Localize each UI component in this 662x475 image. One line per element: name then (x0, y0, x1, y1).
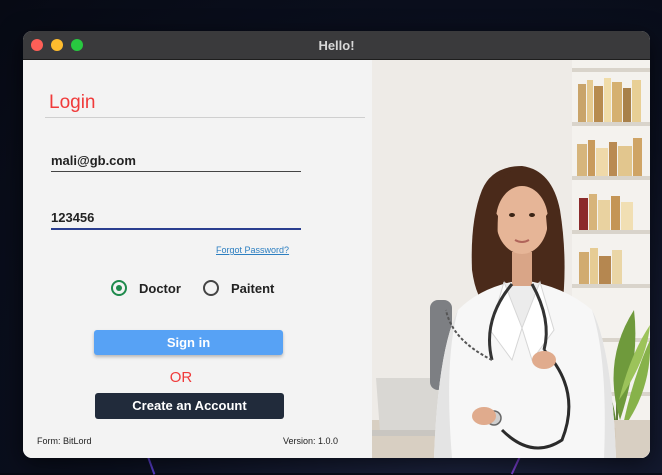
forgot-password-link[interactable]: Forgot Password? (216, 245, 289, 255)
role-radio-doctor[interactable]: Doctor (111, 280, 181, 296)
radio-unselected-icon (203, 280, 219, 296)
email-field[interactable] (51, 149, 301, 172)
sign-in-button[interactable]: Sign in (94, 330, 283, 355)
create-account-button[interactable]: Create an Account (95, 393, 284, 419)
login-panel: Login Forgot Password? Doctor Paitent Si… (23, 60, 372, 458)
login-heading: Login (49, 92, 96, 113)
radio-selected-icon (111, 280, 127, 296)
window-title: Hello! (318, 38, 355, 53)
role-radio-patient[interactable]: Paitent (203, 280, 274, 296)
doctor-photo (372, 60, 650, 458)
title-bar: Hello! (23, 31, 650, 60)
divider (45, 117, 365, 118)
password-field[interactable] (51, 206, 301, 230)
or-separator: OR (169, 369, 193, 386)
desktop-accent (146, 455, 156, 475)
desktop-accent (510, 455, 522, 475)
version-label: Version: 1.0.0 (283, 436, 339, 446)
app-window: Hello! Login Forgot Password? Doctor Pai… (23, 31, 650, 458)
form-label: Form: BitLord (37, 436, 92, 446)
role-label-patient: Paitent (231, 280, 275, 296)
role-label-doctor: Doctor (139, 280, 181, 296)
